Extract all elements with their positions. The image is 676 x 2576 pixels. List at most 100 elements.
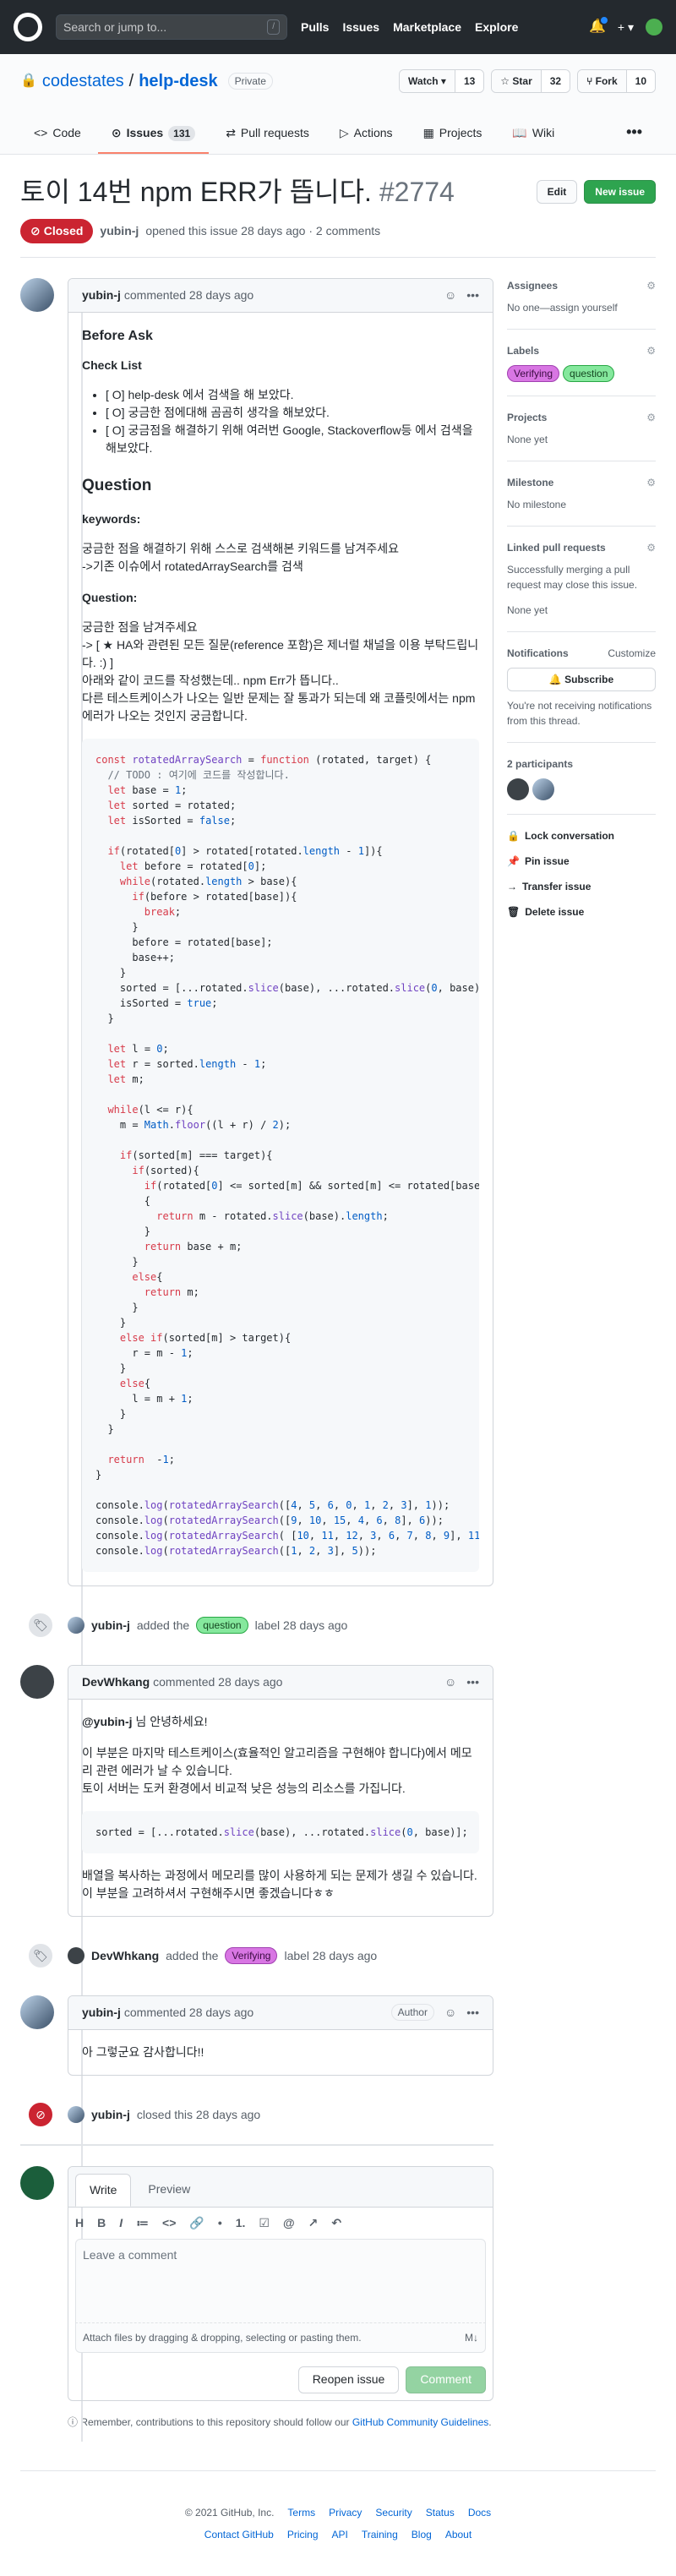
footer-link[interactable]: Status bbox=[426, 2505, 455, 2520]
new-issue-button[interactable]: New issue bbox=[584, 180, 656, 204]
avatar[interactable] bbox=[532, 778, 554, 800]
comment-textarea[interactable]: Leave a comment bbox=[75, 2238, 486, 2323]
gear-icon[interactable]: ⚙ bbox=[646, 278, 656, 293]
nav-pulls[interactable]: Pulls bbox=[301, 19, 329, 36]
comment-author[interactable]: DevWhkang bbox=[82, 1673, 150, 1691]
footer-link[interactable]: About bbox=[445, 2527, 472, 2542]
avatar[interactable] bbox=[20, 2165, 54, 2200]
footer-link[interactable]: Contact GitHub bbox=[204, 2527, 274, 2542]
footer-link[interactable]: Pricing bbox=[287, 2527, 319, 2542]
bullet-list-icon[interactable]: • bbox=[218, 2214, 222, 2232]
avatar[interactable] bbox=[68, 1617, 84, 1634]
label-question[interactable]: question bbox=[563, 365, 615, 382]
fork-count[interactable]: 10 bbox=[625, 70, 655, 92]
star-button[interactable]: ☆ Star 32 bbox=[491, 69, 571, 93]
gear-icon[interactable]: ⚙ bbox=[646, 475, 656, 490]
link-icon[interactable]: 🔗 bbox=[189, 2214, 204, 2232]
smiley-icon[interactable]: ☺ bbox=[444, 1673, 456, 1691]
code-icon[interactable]: <> bbox=[162, 2214, 176, 2232]
event-actor[interactable]: DevWhkang bbox=[91, 1947, 159, 1965]
lock-conversation[interactable]: 🔒 Lock conversation bbox=[507, 828, 656, 843]
bell-icon[interactable]: 🔔 bbox=[589, 15, 609, 37]
gear-icon[interactable]: ⚙ bbox=[646, 410, 656, 425]
watch-count[interactable]: 13 bbox=[454, 70, 484, 92]
star-count[interactable]: 32 bbox=[540, 70, 570, 92]
nav-explore[interactable]: Explore bbox=[475, 19, 518, 36]
tab-issues[interactable]: ⊙ Issues 131 bbox=[97, 124, 210, 154]
mention-icon[interactable]: @ bbox=[283, 2214, 295, 2232]
footer-link[interactable]: Docs bbox=[468, 2505, 491, 2520]
tab-code[interactable]: <> Code bbox=[20, 124, 95, 154]
label-verifying[interactable]: Verifying bbox=[507, 365, 560, 382]
repo-name-link[interactable]: help-desk bbox=[139, 68, 217, 94]
smiley-icon[interactable]: ☺ bbox=[444, 2004, 456, 2022]
avatar[interactable] bbox=[68, 2106, 84, 2123]
search-input[interactable]: Search or jump to... / bbox=[56, 14, 287, 40]
user-avatar[interactable] bbox=[646, 19, 662, 35]
avatar[interactable] bbox=[20, 1664, 54, 1699]
kebab-menu-icon[interactable]: ••• bbox=[466, 1673, 479, 1691]
heading-icon[interactable]: H bbox=[75, 2214, 84, 2232]
kebab-menu-icon[interactable]: ••• bbox=[466, 287, 479, 304]
delete-issue[interactable]: 🗑 Delete issue bbox=[507, 904, 656, 920]
comment-author[interactable]: yubin-j bbox=[82, 287, 121, 304]
quote-icon[interactable]: ≔ bbox=[136, 2214, 149, 2232]
nav-issues[interactable]: Issues bbox=[342, 19, 379, 36]
pin-issue[interactable]: 📌 Pin issue bbox=[507, 854, 656, 869]
nav-marketplace[interactable]: Marketplace bbox=[393, 19, 461, 36]
bold-icon[interactable]: B bbox=[97, 2214, 106, 2232]
gear-icon[interactable]: ⚙ bbox=[646, 343, 656, 358]
label-verifying[interactable]: Verifying bbox=[225, 1947, 278, 1964]
attach-files[interactable]: Attach files by dragging & dropping, sel… bbox=[75, 2322, 486, 2353]
label-question[interactable]: question bbox=[196, 1617, 248, 1634]
pull-request-icon: ⇄ bbox=[226, 126, 236, 139]
tab-write[interactable]: Write bbox=[75, 2173, 132, 2207]
italic-icon[interactable]: I bbox=[119, 2214, 123, 2232]
avatar[interactable] bbox=[20, 278, 54, 312]
advice: 배열을 복사하는 과정에서 메모리를 많이 사용하게 되는 문제가 생길 수 있… bbox=[82, 1867, 479, 1902]
smiley-icon[interactable]: ☺ bbox=[444, 287, 456, 304]
gear-icon[interactable]: ⚙ bbox=[646, 540, 656, 555]
guidelines-link[interactable]: GitHub Community Guidelines bbox=[352, 2416, 488, 2428]
comment-button[interactable]: Comment bbox=[406, 2366, 486, 2393]
assignees-value[interactable]: No one—assign yourself bbox=[507, 300, 656, 315]
tab-actions[interactable]: ▷ Actions bbox=[326, 124, 406, 154]
user-mention[interactable]: @yubin-j bbox=[82, 1715, 133, 1728]
explanation: 이 부분은 마지막 테스트케이스(효율적인 알고리즘을 구현해야 합니다)에서 … bbox=[82, 1744, 479, 1798]
numbered-list-icon[interactable]: 1. bbox=[236, 2214, 246, 2232]
repo-owner-link[interactable]: codestates bbox=[42, 68, 124, 94]
footer-link[interactable]: Privacy bbox=[329, 2505, 362, 2520]
avatar[interactable] bbox=[20, 1995, 54, 2029]
customize-link[interactable]: Customize bbox=[608, 646, 656, 661]
task-list-icon[interactable]: ☑ bbox=[259, 2214, 270, 2232]
footer-link[interactable]: Blog bbox=[412, 2527, 432, 2542]
reopen-issue-button[interactable]: Reopen issue bbox=[297, 2366, 400, 2393]
kebab-menu-icon[interactable]: ••• bbox=[466, 2004, 479, 2022]
cross-reference-icon[interactable]: ↗ bbox=[308, 2214, 319, 2232]
top-navbar: Search or jump to... / Pulls Issues Mark… bbox=[0, 0, 676, 54]
subscribe-button[interactable]: 🔔 Subscribe bbox=[507, 668, 656, 691]
comment-author[interactable]: yubin-j bbox=[82, 2004, 121, 2022]
tab-wiki[interactable]: 📖 Wiki bbox=[499, 124, 568, 154]
plus-menu-icon[interactable]: + ▾ bbox=[618, 19, 634, 36]
fork-button[interactable]: ⑂ Fork 10 bbox=[577, 69, 656, 93]
avatar[interactable] bbox=[507, 778, 529, 800]
transfer-issue[interactable]: → Transfer issue bbox=[507, 879, 656, 894]
tab-projects[interactable]: ▦ Projects bbox=[410, 124, 496, 154]
github-logo-icon[interactable] bbox=[14, 13, 42, 41]
avatar[interactable] bbox=[68, 1947, 84, 1964]
footer-link[interactable]: Terms bbox=[287, 2505, 315, 2520]
footer-link[interactable]: API bbox=[332, 2527, 348, 2542]
more-icon[interactable]: ••• bbox=[613, 121, 656, 154]
footer-link[interactable]: Training bbox=[362, 2527, 398, 2542]
tab-pull-requests[interactable]: ⇄ Pull requests bbox=[212, 124, 323, 154]
event-actor[interactable]: yubin-j bbox=[91, 1617, 130, 1635]
question-text: 궁금한 점을 남겨주세요 -> [ ★ HA와 관련된 모든 질문(referen… bbox=[82, 619, 479, 725]
issue-author[interactable]: yubin-j bbox=[100, 222, 139, 240]
event-actor[interactable]: yubin-j bbox=[91, 2106, 130, 2124]
watch-button[interactable]: Watch ▾ 13 bbox=[399, 69, 485, 93]
footer-link[interactable]: Security bbox=[375, 2505, 412, 2520]
edit-button[interactable]: Edit bbox=[536, 180, 578, 204]
tab-preview[interactable]: Preview bbox=[134, 2174, 204, 2207]
saved-reply-icon[interactable]: ↶ bbox=[331, 2214, 341, 2232]
